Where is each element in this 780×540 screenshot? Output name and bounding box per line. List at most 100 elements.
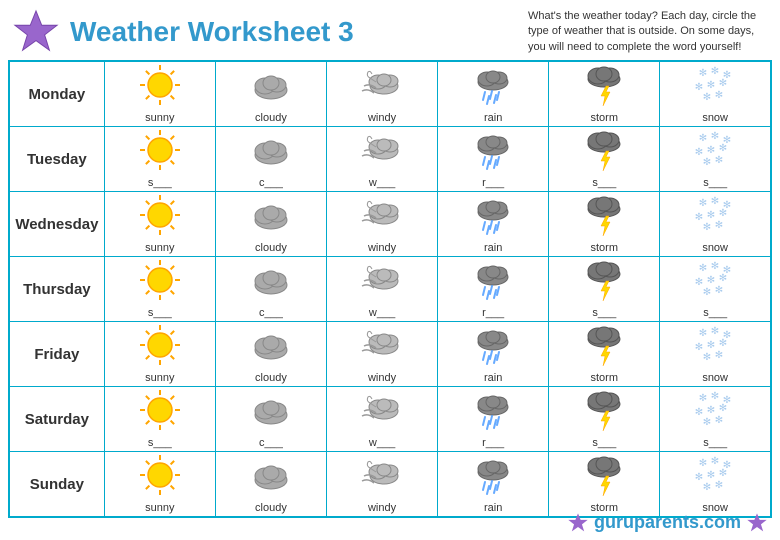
weather-icon [442, 259, 544, 306]
weather-label: s___ [664, 307, 766, 319]
table-row: Monday sunny cloudy windy rain [9, 61, 771, 127]
weather-label: s___ [109, 177, 211, 189]
svg-text:✻: ✻ [719, 338, 727, 349]
weather-cell: sunny [104, 452, 215, 518]
svg-text:✻: ✻ [715, 285, 723, 296]
weather-label: storm [553, 242, 655, 254]
weather-icon: ✻ ✻ ✻ ✻ ✻ ✻ ✻ ✻ [664, 454, 766, 501]
weather-cell: c___ [215, 127, 326, 192]
weather-label: rain [442, 502, 544, 514]
svg-text:✻: ✻ [719, 208, 727, 219]
weather-icon [220, 454, 322, 501]
svg-text:✻: ✻ [711, 196, 719, 207]
weather-label: rain [442, 112, 544, 124]
weather-label: sunny [109, 112, 211, 124]
weather-label: windy [331, 112, 433, 124]
table-row: Wednesday sunny cloudy windy rain [9, 192, 771, 257]
weather-label: snow [664, 112, 766, 124]
weather-icon [220, 64, 322, 111]
svg-text:✻: ✻ [719, 403, 727, 414]
weather-cell: ✻ ✻ ✻ ✻ ✻ ✻ ✻ ✻ snow [660, 192, 771, 257]
weather-label: rain [442, 242, 544, 254]
weather-icon [442, 389, 544, 436]
svg-text:✻: ✻ [711, 456, 719, 467]
header-instruction: What's the weather today? Each day, circ… [528, 9, 768, 55]
weather-label: s___ [664, 437, 766, 449]
weather-label: windy [331, 372, 433, 384]
weather-cell: storm [549, 452, 660, 518]
svg-text:✻: ✻ [699, 458, 707, 469]
weather-icon [442, 64, 544, 111]
svg-text:✻: ✻ [703, 157, 711, 168]
svg-text:✻: ✻ [699, 263, 707, 274]
weather-icon [109, 64, 211, 111]
svg-text:✻: ✻ [715, 220, 723, 231]
weather-cell: r___ [438, 257, 549, 322]
weather-icon [109, 194, 211, 241]
svg-text:✻: ✻ [711, 391, 719, 402]
weather-cell: cloudy [215, 61, 326, 127]
weather-cell: ✻ ✻ ✻ ✻ ✻ ✻ ✻ ✻ s___ [660, 387, 771, 452]
weather-cell: cloudy [215, 322, 326, 387]
day-label: Saturday [9, 387, 104, 452]
svg-text:✻: ✻ [703, 222, 711, 233]
day-label: Monday [9, 61, 104, 127]
svg-text:✻: ✻ [711, 261, 719, 272]
svg-text:✻: ✻ [699, 68, 707, 79]
header-left: Weather Worksheet 3 [12, 8, 354, 56]
weather-icon [109, 259, 211, 306]
weather-cell: s___ [104, 257, 215, 322]
day-label: Friday [9, 322, 104, 387]
svg-text:✻: ✻ [715, 350, 723, 361]
svg-text:✻: ✻ [711, 326, 719, 337]
weather-cell: s___ [104, 127, 215, 192]
weather-icon [553, 129, 655, 176]
weather-icon [331, 454, 433, 501]
table-row: Tuesday s___ c___ w___ r___ s_ [9, 127, 771, 192]
svg-text:✻: ✻ [715, 155, 723, 166]
header: Weather Worksheet 3 What's the weather t… [0, 0, 780, 60]
weather-cell: w___ [326, 257, 437, 322]
svg-text:✻: ✻ [711, 66, 719, 77]
weather-cell: c___ [215, 387, 326, 452]
weather-cell: rain [438, 192, 549, 257]
weather-icon [331, 64, 433, 111]
table-row: Sunday sunny cloudy windy rain [9, 452, 771, 518]
weather-cell: s___ [549, 387, 660, 452]
weather-label: sunny [109, 502, 211, 514]
table-row: Thursday s___ c___ w___ r___ s [9, 257, 771, 322]
weather-label: c___ [220, 437, 322, 449]
svg-text:✻: ✻ [715, 90, 723, 101]
weather-label: windy [331, 502, 433, 514]
table-row: Friday sunny cloudy windy rain [9, 322, 771, 387]
weather-label: cloudy [220, 502, 322, 514]
weather-icon [553, 194, 655, 241]
svg-text:✻: ✻ [719, 143, 727, 154]
svg-text:✻: ✻ [719, 468, 727, 479]
weather-icon [220, 259, 322, 306]
weather-icon [331, 324, 433, 371]
weather-label: sunny [109, 372, 211, 384]
weather-cell: ✻ ✻ ✻ ✻ ✻ ✻ ✻ ✻ snow [660, 452, 771, 518]
svg-text:✻: ✻ [715, 415, 723, 426]
weather-cell: sunny [104, 192, 215, 257]
svg-text:✻: ✻ [699, 328, 707, 339]
svg-text:✻: ✻ [715, 480, 723, 491]
weather-label: s___ [553, 307, 655, 319]
weather-icon [220, 194, 322, 241]
weather-cell: cloudy [215, 452, 326, 518]
weather-cell: storm [549, 192, 660, 257]
svg-text:✻: ✻ [703, 352, 711, 363]
svg-text:✻: ✻ [699, 198, 707, 209]
weather-cell: rain [438, 452, 549, 518]
weather-label: rain [442, 372, 544, 384]
weather-icon [442, 454, 544, 501]
svg-text:✻: ✻ [703, 417, 711, 428]
weather-cell: c___ [215, 257, 326, 322]
page-title: Weather Worksheet 3 [70, 16, 354, 48]
svg-text:✻: ✻ [719, 273, 727, 284]
weather-cell: r___ [438, 387, 549, 452]
footer-star-icon [567, 512, 589, 534]
footer-text: guruparents.com [594, 512, 741, 532]
weather-cell: r___ [438, 127, 549, 192]
